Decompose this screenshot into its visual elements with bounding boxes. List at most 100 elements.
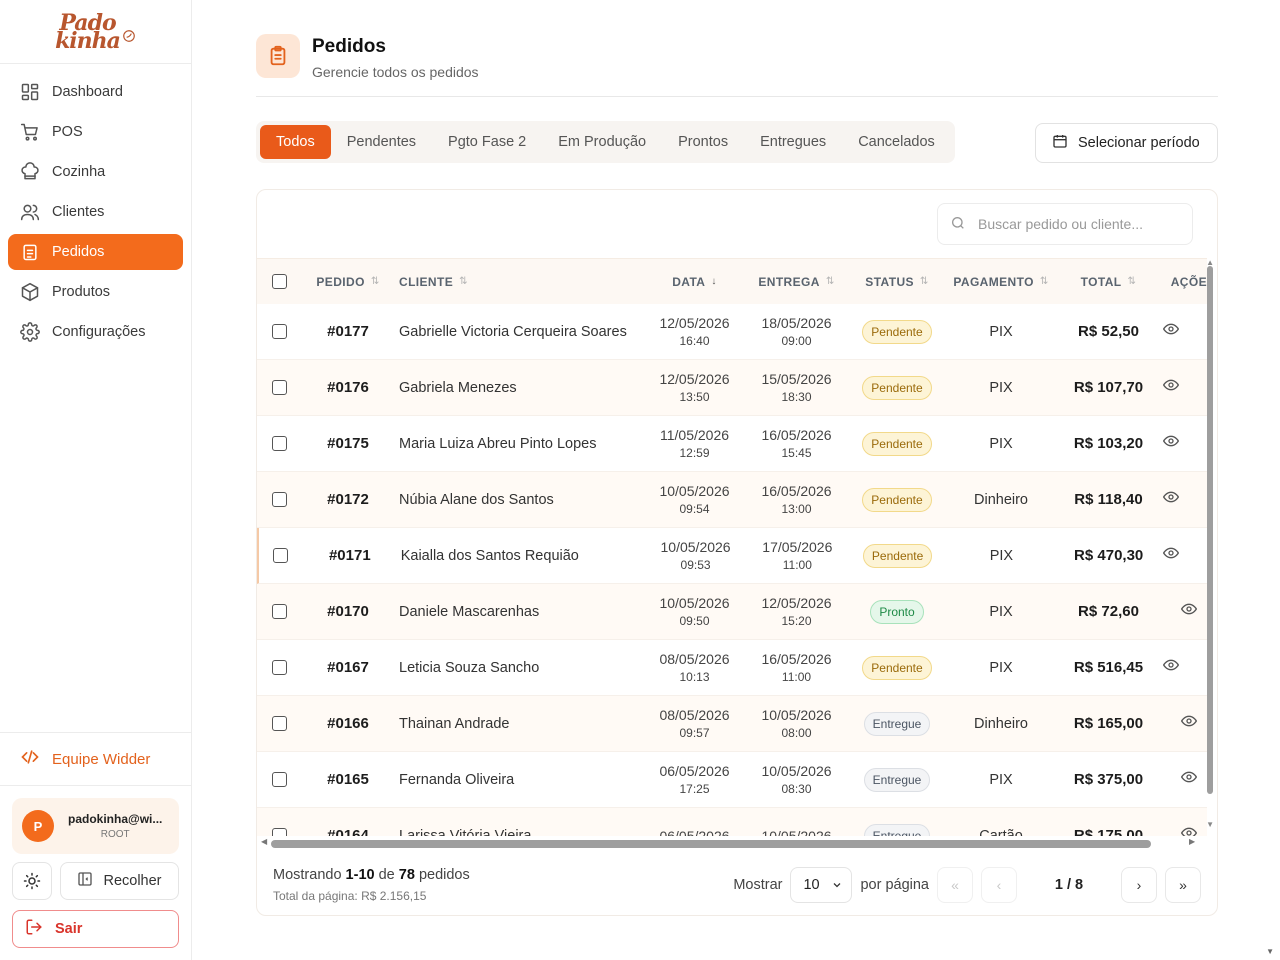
- col-date[interactable]: DATA ↓: [644, 275, 745, 289]
- user-card[interactable]: P padokinha@wi... ROOT: [12, 798, 179, 854]
- sidebar-item-pedidos[interactable]: Pedidos: [8, 234, 183, 270]
- table-row[interactable]: #0170 Daniele Mascarenhas 10/05/2026 09:50 1…: [257, 584, 1207, 640]
- status-badge: Pendente: [862, 543, 933, 568]
- scroll-right-icon[interactable]: ▶: [1189, 837, 1195, 846]
- col-order[interactable]: PEDIDO ⇅: [297, 275, 399, 289]
- col-client[interactable]: CLIENTE ⇅: [399, 275, 644, 289]
- tab-pgto-fase-2[interactable]: Pgto Fase 2: [432, 125, 542, 159]
- last-page-button[interactable]: »: [1165, 867, 1201, 903]
- sidebar-item-configuracoes[interactable]: Configurações: [8, 314, 183, 350]
- table-row[interactable]: #0171 Kaialla dos Santos Requião 10/05/202…: [257, 528, 1207, 584]
- delivery-date-day: 12/05/2026: [761, 594, 832, 611]
- order-id[interactable]: #0166: [297, 715, 399, 732]
- eye-icon[interactable]: [1162, 321, 1180, 342]
- order-total: R$ 72,60: [1078, 603, 1139, 620]
- prev-page-button[interactable]: ‹: [981, 867, 1017, 903]
- sidebar-item-label: Configurações: [52, 324, 146, 340]
- table-row[interactable]: #0175 Maria Luiza Abreu Pinto Lopes 11/05/…: [257, 416, 1207, 472]
- tab-cancelados[interactable]: Cancelados: [842, 125, 951, 159]
- tab-prontos[interactable]: Prontos: [662, 125, 744, 159]
- user-role: ROOT: [100, 829, 130, 840]
- tab-pendentes[interactable]: Pendentes: [331, 125, 432, 159]
- select-all-checkbox[interactable]: [271, 274, 287, 289]
- horizontal-scrollbar[interactable]: [271, 840, 1151, 848]
- sidebar-item-label: Cozinha: [52, 164, 106, 180]
- row-checkbox[interactable]: [271, 604, 287, 619]
- theme-toggle-button[interactable]: [12, 862, 52, 900]
- table-row[interactable]: #0176 Gabriela Menezes 12/05/2026 13:50 15/0…: [257, 360, 1207, 416]
- order-id[interactable]: #0177: [297, 323, 399, 340]
- eye-icon[interactable]: [1180, 769, 1198, 790]
- eye-icon[interactable]: [1162, 433, 1180, 454]
- eye-icon[interactable]: [1162, 545, 1180, 566]
- col-payment[interactable]: PAGAMENTO ⇅: [946, 275, 1056, 289]
- eye-icon[interactable]: [1162, 377, 1180, 398]
- scroll-down-icon[interactable]: ▼: [1206, 820, 1214, 829]
- order-id[interactable]: #0175: [297, 435, 399, 452]
- actions-cell: [1161, 321, 1207, 342]
- order-id[interactable]: #0176: [297, 379, 399, 396]
- col-delivery[interactable]: ENTREGA ⇅: [745, 275, 848, 289]
- col-total[interactable]: TOTAL ⇅: [1056, 275, 1161, 289]
- row-checkbox[interactable]: [271, 772, 287, 787]
- next-page-button[interactable]: ›: [1121, 867, 1157, 903]
- order-id[interactable]: #0165: [297, 771, 399, 788]
- per-page-label: por página: [860, 877, 929, 893]
- table-row[interactable]: #0165 Fernanda Oliveira 06/05/2026 17:25 10/…: [257, 752, 1207, 808]
- table-row[interactable]: #0164 Larissa Vitória Vieira 06/05/2026 10/…: [257, 808, 1207, 836]
- eye-icon[interactable]: [1180, 825, 1198, 836]
- brand-logo[interactable]: Pado kinha: [0, 0, 191, 64]
- delivery-date: 18/05/2026 09:00: [745, 314, 848, 350]
- row-checkbox-cell: [259, 548, 299, 563]
- row-checkbox[interactable]: [273, 548, 289, 563]
- eye-icon[interactable]: [1180, 601, 1198, 622]
- eye-icon[interactable]: [1162, 657, 1180, 678]
- row-checkbox[interactable]: [271, 436, 287, 451]
- sidebar-item-cozinha[interactable]: Cozinha: [8, 154, 183, 190]
- tab-entregues[interactable]: Entregues: [744, 125, 842, 159]
- scroll-left-icon[interactable]: ◀: [261, 837, 267, 846]
- sidebar-item-pos[interactable]: POS: [8, 114, 183, 150]
- row-checkbox[interactable]: [271, 828, 287, 836]
- select-period-button[interactable]: Selecionar período: [1035, 123, 1218, 163]
- order-id[interactable]: #0171: [299, 547, 401, 564]
- order-id[interactable]: #0164: [297, 827, 399, 836]
- order-id[interactable]: #0170: [297, 603, 399, 620]
- table-row[interactable]: #0177 Gabrielle Victoria Cerqueira Soares…: [257, 304, 1207, 360]
- status-badge: Pendente: [862, 487, 932, 512]
- window-scroll-down-icon[interactable]: ▼: [1266, 947, 1274, 956]
- logout-button[interactable]: Sair: [12, 910, 179, 948]
- row-checkbox[interactable]: [271, 492, 287, 507]
- eye-icon[interactable]: [1180, 713, 1198, 734]
- delivery-date-time: 08:30: [781, 781, 812, 796]
- row-checkbox[interactable]: [271, 324, 287, 339]
- team-link[interactable]: Equipe Widder: [0, 732, 191, 786]
- sidebar-item-clientes[interactable]: Clientes: [8, 194, 183, 230]
- sidebar-item-dashboard[interactable]: Dashboard: [8, 74, 183, 110]
- collapse-sidebar-button[interactable]: Recolher: [60, 862, 179, 900]
- sidebar-item-produtos[interactable]: Produtos: [8, 274, 183, 310]
- vertical-scrollbar[interactable]: [1207, 266, 1213, 794]
- per-page-select[interactable]: 10: [790, 867, 853, 903]
- tab-em-producao[interactable]: Em Produção: [542, 125, 662, 159]
- row-checkbox[interactable]: [271, 380, 287, 395]
- first-page-button[interactable]: «: [937, 867, 973, 903]
- table-row[interactable]: #0166 Thainan Andrade 08/05/2026 09:57 10/05…: [257, 696, 1207, 752]
- order-id[interactable]: #0172: [297, 491, 399, 508]
- search-input[interactable]: Buscar pedido ou cliente...: [937, 203, 1193, 245]
- table-row[interactable]: #0167 Leticia Souza Sancho 08/05/2026 10:13…: [257, 640, 1207, 696]
- col-order-label: PEDIDO: [316, 274, 365, 289]
- search-icon: [950, 215, 966, 234]
- actions-cell: [1161, 489, 1207, 510]
- row-checkbox[interactable]: [271, 716, 287, 731]
- order-id[interactable]: #0167: [297, 659, 399, 676]
- order-date: 10/05/2026 09:53: [645, 538, 746, 574]
- actions-cell: [1161, 657, 1207, 678]
- table-row[interactable]: #0172 Núbia Alane dos Santos 10/05/2026 09:…: [257, 472, 1207, 528]
- row-checkbox[interactable]: [271, 660, 287, 675]
- eye-icon[interactable]: [1162, 489, 1180, 510]
- delivery-date-day: 16/05/2026: [761, 482, 832, 499]
- tab-todos[interactable]: Todos: [260, 125, 331, 159]
- row-checkbox-cell: [257, 492, 297, 507]
- col-status[interactable]: STATUS ⇅: [848, 275, 946, 289]
